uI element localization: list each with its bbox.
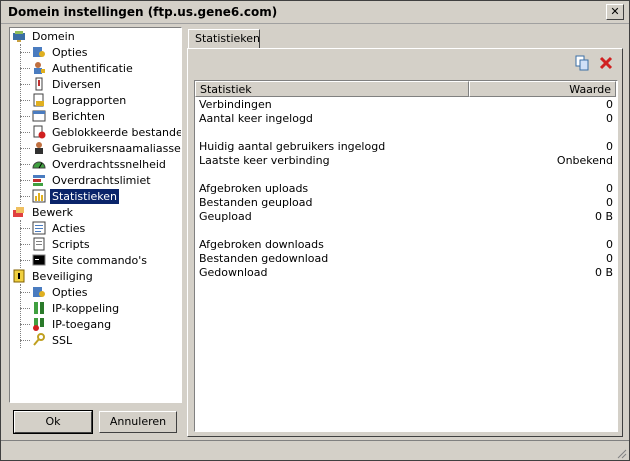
stat-name: Bestanden gedownload — [199, 252, 329, 265]
tree-item-label: Overdrachtssnelheid — [52, 158, 166, 171]
stat-name: Bestanden geupload — [199, 196, 313, 209]
table-row[interactable]: Geupload 0 B — [195, 210, 616, 224]
column-header-waarde[interactable]: Waarde — [469, 81, 616, 97]
table-row[interactable]: Afgebroken downloads 0 — [195, 238, 616, 252]
table-row[interactable]: Gedownload 0 B — [195, 266, 616, 280]
tree-group-label: Beveiliging — [32, 270, 93, 283]
tree-item-label: Overdrachtslimiet — [52, 174, 151, 187]
stat-value: 0 — [606, 140, 613, 153]
domain-icon — [13, 31, 25, 42]
actions-icon — [32, 221, 46, 235]
tree-item-label: Geblokkeerde bestanden — [52, 126, 182, 139]
tree-item-label: Acties — [52, 222, 86, 235]
edit-icon — [13, 207, 24, 217]
table-row[interactable]: Huidig aantal gebruikers ingelogd 0 — [195, 140, 616, 154]
stat-name: Laatste keer verbinding — [199, 154, 330, 167]
security-icon — [13, 269, 25, 283]
stat-name: Aantal keer ingelogd — [199, 112, 313, 125]
stat-name: Geupload — [199, 210, 252, 223]
column-header-statistiek[interactable]: Statistiek — [195, 81, 469, 97]
logs-icon — [33, 93, 44, 107]
transfer-limit-icon — [33, 175, 45, 186]
stat-value: 0 B — [594, 210, 613, 223]
close-button[interactable]: ✕ — [606, 4, 624, 20]
tree-item-label: Scripts — [52, 238, 90, 251]
cancel-button[interactable]: Annuleren — [99, 411, 177, 433]
copy-icon[interactable] — [574, 55, 590, 71]
table-row[interactable]: Aantal keer ingelogd 0 — [195, 112, 616, 126]
tree-item-label: Site commando's — [52, 254, 148, 267]
tree-item-label: Statistieken — [50, 189, 119, 204]
speed-gauge-icon — [32, 161, 46, 169]
table-row[interactable]: Bestanden gedownload 0 — [195, 252, 616, 266]
stat-name: Afgebroken downloads — [199, 238, 324, 251]
tree-item-label: Opties — [52, 286, 88, 299]
statistics-icon — [32, 189, 46, 203]
tree-item-label: Opties — [52, 46, 88, 59]
stat-value: 0 — [606, 196, 613, 209]
table-row[interactable]: Bestanden geupload 0 — [195, 196, 616, 210]
close-icon: ✕ — [610, 5, 620, 18]
stat-value: 0 B — [594, 266, 613, 279]
key-icon — [33, 333, 45, 346]
table-row[interactable]: Laatste keer verbinding Onbekend — [195, 154, 616, 168]
misc-icon — [35, 77, 43, 91]
stat-value: Onbekend — [556, 154, 613, 167]
ip-binding-icon — [34, 302, 44, 314]
table-row[interactable]: Afgebroken uploads 0 — [195, 182, 616, 196]
statistics-panel: Statistiek Waarde Verbindingen 0 Aantal … — [187, 48, 623, 437]
stat-value: 0 — [606, 252, 613, 265]
tree-item-label: SSL — [52, 334, 73, 347]
messages-icon — [32, 110, 46, 122]
window-title: Domein instellingen (ftp.us.gene6.com) — [8, 5, 278, 19]
ok-button[interactable]: Ok — [13, 410, 93, 434]
stat-value: 0 — [606, 238, 613, 251]
tree-item-label: Diversen — [52, 78, 101, 91]
settings-tree[interactable]: Domein Opties Authentificatie Diversen L… — [9, 27, 182, 403]
tree-item-label: IP-koppeling — [52, 302, 120, 315]
options-icon — [33, 287, 45, 297]
delete-icon[interactable] — [598, 55, 614, 71]
settings-dialog: Domein instellingen (ftp.us.gene6.com) ✕… — [0, 0, 630, 461]
statistics-table[interactable]: Statistiek Waarde Verbindingen 0 Aantal … — [194, 80, 618, 432]
stat-name: Huidig aantal gebruikers ingelogd — [199, 140, 386, 153]
authentication-icon — [34, 62, 45, 74]
ip-access-icon — [33, 318, 44, 331]
scripts-icon — [33, 237, 45, 251]
options-icon — [33, 47, 45, 57]
stat-value: 0 — [606, 182, 613, 195]
tree-group-label: Domein — [32, 30, 75, 43]
title-bar: Domein instellingen (ftp.us.gene6.com) ✕ — [1, 1, 629, 24]
stat-value: 0 — [606, 112, 613, 125]
tree-group-label: Bewerk — [32, 206, 73, 219]
console-icon — [32, 254, 46, 266]
tree-item-label: IP-toegang — [52, 318, 112, 331]
stat-name: Gedownload — [199, 266, 268, 279]
stat-name: Afgebroken uploads — [199, 182, 309, 195]
resize-grip-icon[interactable] — [616, 448, 627, 459]
tree-item-label: Gebruikersnaamaliassen — [52, 142, 182, 155]
status-bar — [1, 440, 629, 461]
tree-item-label: Lograpporten — [52, 94, 127, 107]
stat-name: Verbindingen — [199, 98, 272, 111]
blocked-files-icon — [33, 125, 46, 139]
tab-statistieken[interactable]: Statistieken — [188, 29, 260, 49]
tree-item-label: Authentificatie — [52, 62, 133, 75]
user-aliases-icon — [35, 142, 43, 154]
stat-value: 0 — [606, 98, 613, 111]
tree-item-label: Berichten — [52, 110, 105, 123]
table-row[interactable]: Verbindingen 0 — [195, 98, 616, 112]
